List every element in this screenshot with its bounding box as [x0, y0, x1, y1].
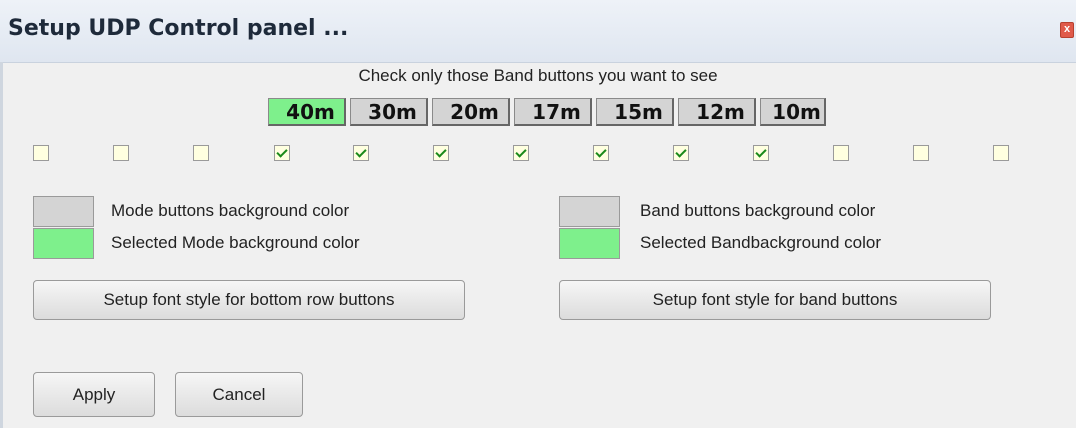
band-checkbox-1[interactable]: [33, 145, 49, 161]
apply-button[interactable]: Apply: [33, 372, 155, 417]
mode-bg-color-swatch[interactable]: [33, 196, 94, 227]
band-checkbox-6[interactable]: [433, 145, 449, 161]
cancel-button[interactable]: Cancel: [175, 372, 303, 417]
band-button-20m[interactable]: 20m: [432, 98, 510, 126]
band-button-40m[interactable]: 40m: [268, 98, 346, 126]
band-bg-color-swatch[interactable]: [559, 196, 620, 227]
band-checkbox-4[interactable]: [274, 145, 290, 161]
band-bg-color-label: Band buttons background color: [640, 201, 876, 220]
band-checkbox-5[interactable]: [353, 145, 369, 161]
title-bar[interactable]: Setup UDP Control panel ... x: [0, 0, 1076, 63]
band-checkbox-12[interactable]: [913, 145, 929, 161]
band-checkbox-2[interactable]: [113, 145, 129, 161]
band-button-30m[interactable]: 30m: [350, 98, 428, 126]
band-checkbox-3[interactable]: [193, 145, 209, 161]
mode-bg-color-label: Mode buttons background color: [111, 201, 350, 220]
setup-bottom-row-font-button[interactable]: Setup font style for bottom row buttons: [33, 280, 465, 320]
band-button-10m[interactable]: 10m: [760, 98, 826, 126]
band-checkbox-9[interactable]: [673, 145, 689, 161]
selected-mode-color-label: Selected Mode background color: [111, 233, 360, 252]
setup-band-font-button[interactable]: Setup font style for band buttons: [559, 280, 991, 320]
instruction-text: Check only those Band buttons you want t…: [358, 66, 718, 85]
setup-udp-dialog: Setup UDP Control panel ... x Check only…: [0, 0, 1076, 428]
window-title: Setup UDP Control panel ...: [8, 16, 349, 41]
window-left-border: [0, 62, 3, 428]
selected-mode-color-swatch[interactable]: [33, 228, 94, 259]
band-checkbox-13[interactable]: [993, 145, 1009, 161]
band-checkbox-11[interactable]: [833, 145, 849, 161]
close-icon[interactable]: x: [1060, 22, 1074, 38]
band-checkbox-8[interactable]: [593, 145, 609, 161]
band-checkbox-10[interactable]: [753, 145, 769, 161]
band-button-15m[interactable]: 15m: [596, 98, 674, 126]
band-button-12m[interactable]: 12m: [678, 98, 756, 126]
selected-band-color-swatch[interactable]: [559, 228, 620, 259]
band-checkbox-7[interactable]: [513, 145, 529, 161]
band-button-17m[interactable]: 17m: [514, 98, 592, 126]
selected-band-color-label: Selected Bandbackground color: [640, 233, 881, 252]
